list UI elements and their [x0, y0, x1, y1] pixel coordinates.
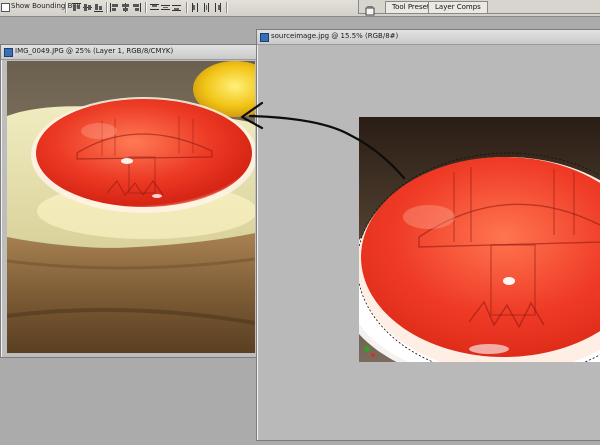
drag-arrow-annotation — [240, 101, 406, 180]
